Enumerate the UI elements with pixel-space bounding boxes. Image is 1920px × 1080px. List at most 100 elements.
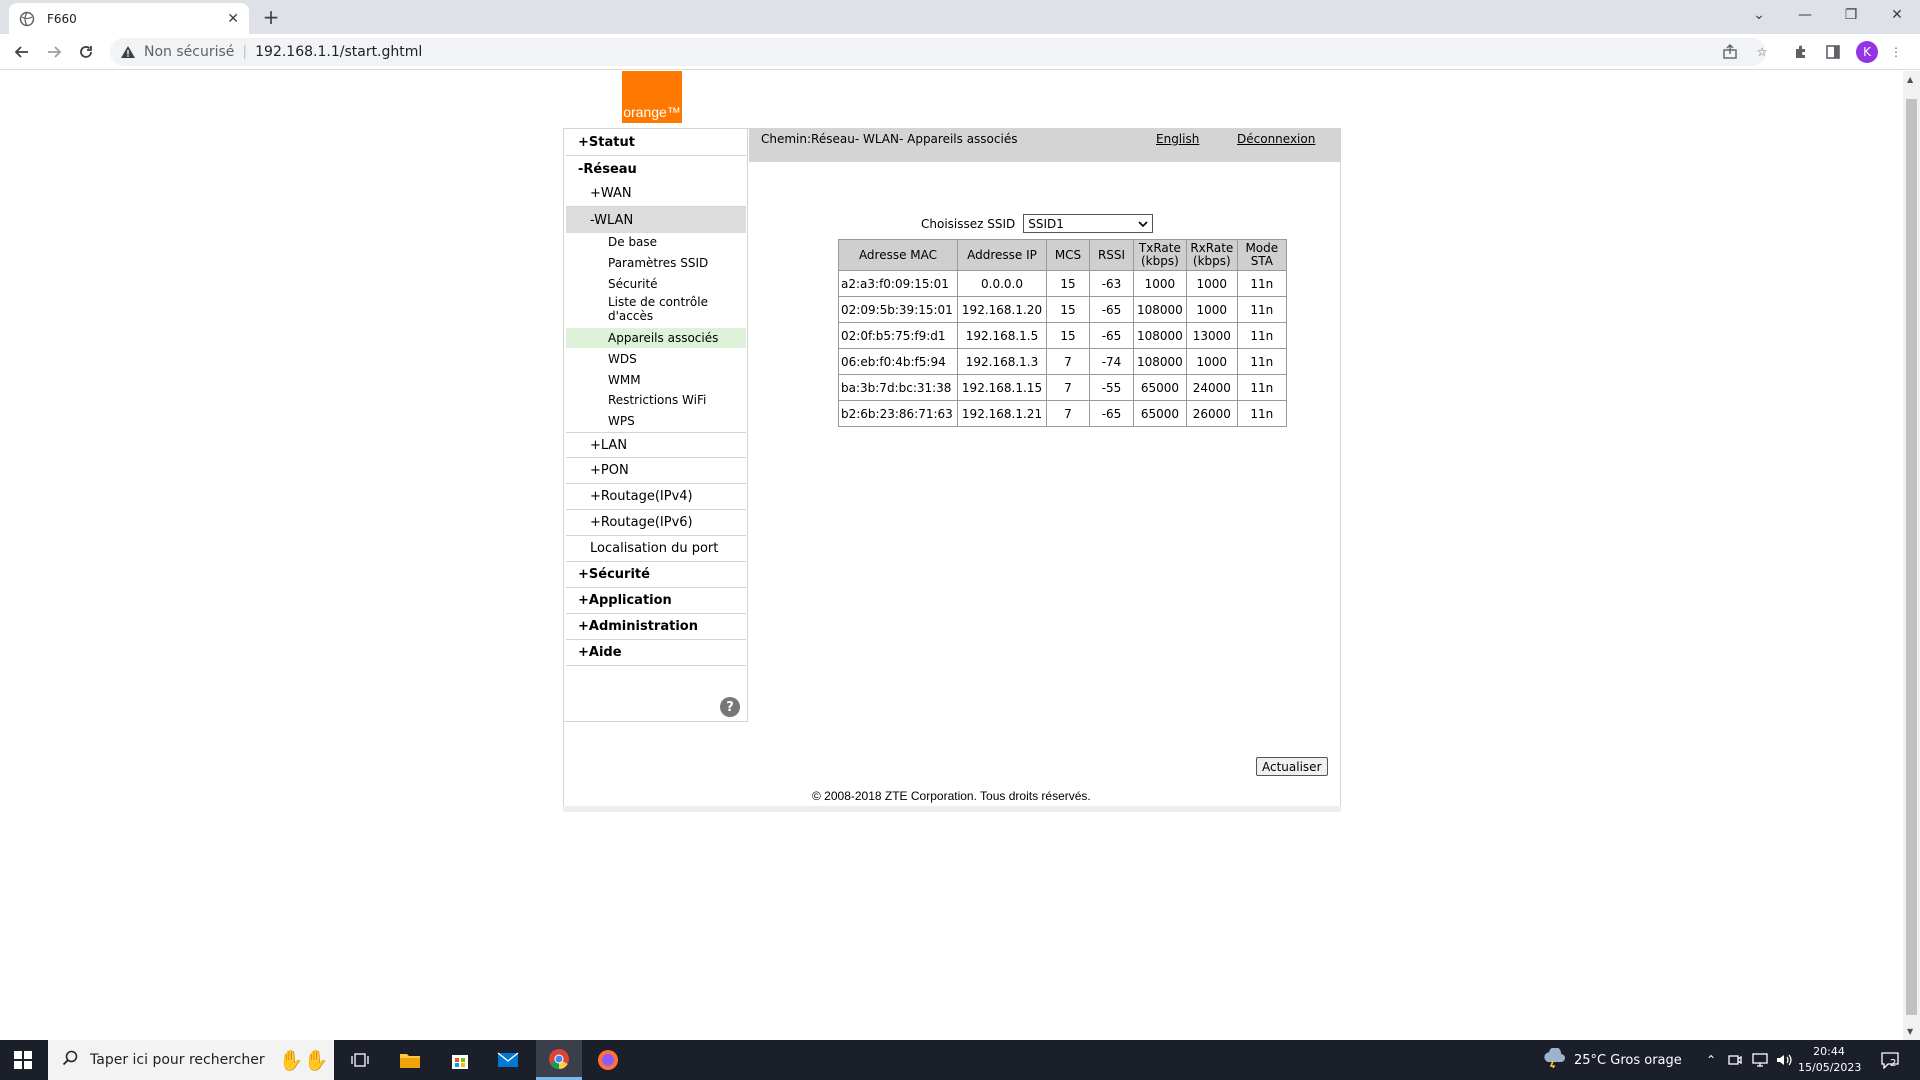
side-panel-icon[interactable] bbox=[1823, 42, 1843, 62]
menu-pon[interactable]: +PON bbox=[566, 458, 746, 484]
menu-wlan-restrictions-wifi[interactable]: Restrictions WiFi bbox=[566, 391, 746, 409]
menu-application[interactable]: +Application bbox=[566, 588, 746, 614]
new-tab-button[interactable]: + bbox=[258, 4, 284, 30]
menu-wlan-de-base[interactable]: De base bbox=[566, 233, 746, 251]
vertical-scrollbar[interactable]: ▲ ▼ bbox=[1903, 71, 1920, 1040]
cell-ip: 192.168.1.20 bbox=[957, 296, 1047, 323]
menu-wlan-appareils-associes[interactable]: Appareils associés bbox=[566, 328, 746, 348]
refresh-button[interactable]: Actualiser bbox=[1256, 757, 1328, 776]
english-link[interactable]: English bbox=[1156, 132, 1199, 146]
tab-close-icon[interactable]: ✕ bbox=[227, 11, 239, 27]
chevron-down-icon bbox=[1138, 217, 1148, 231]
col-mcs: MCS bbox=[1046, 239, 1090, 271]
tray-chevron-up-icon[interactable]: ⌃ bbox=[1706, 1040, 1716, 1080]
file-explorer-icon[interactable] bbox=[390, 1044, 430, 1076]
back-icon[interactable] bbox=[10, 40, 34, 64]
tab-search-chevron-icon[interactable]: ⌄ bbox=[1736, 0, 1782, 30]
reload-icon[interactable] bbox=[74, 40, 98, 64]
menu-wlan-wds[interactable]: WDS bbox=[566, 350, 746, 368]
url-text[interactable]: 192.168.1.1/start.ghtml bbox=[255, 44, 422, 60]
windows-start-icon[interactable] bbox=[0, 1040, 46, 1080]
menu-wlan-parametres-ssid[interactable]: Paramètres SSID bbox=[566, 254, 746, 272]
logout-link[interactable]: Déconnexion bbox=[1237, 132, 1315, 146]
restore-button[interactable]: ❐ bbox=[1828, 0, 1874, 30]
menu-lan[interactable]: +LAN bbox=[566, 432, 746, 458]
taskbar: Taper ici pour rechercher ✋✋ 25°C Gros o… bbox=[0, 1040, 1920, 1080]
address-bar: Non sécurisé | 192.168.1.1/start.ghtml ☆… bbox=[0, 34, 1920, 70]
minimize-button[interactable]: — bbox=[1782, 0, 1828, 30]
menu-wan[interactable]: +WAN bbox=[566, 181, 746, 207]
taskbar-search[interactable]: Taper ici pour rechercher ✋✋ bbox=[48, 1040, 334, 1080]
forward-icon[interactable] bbox=[42, 40, 66, 64]
menu-securite[interactable]: +Sécurité bbox=[566, 562, 746, 588]
ssid-select[interactable]: SSID1 bbox=[1023, 214, 1154, 233]
cell-rxrate: 13000 bbox=[1185, 322, 1238, 349]
cell-mode: 11n bbox=[1236, 322, 1287, 349]
menu-wlan-acl[interactable]: Liste de contrôle d'accès bbox=[566, 294, 746, 326]
warning-icon[interactable] bbox=[120, 44, 136, 60]
menu-localisation-port[interactable]: Localisation du port bbox=[566, 536, 746, 562]
cell-mode: 11n bbox=[1236, 270, 1287, 297]
table-row: 02:09:5b:39:15:01 192.168.1.20 15 -65 10… bbox=[838, 296, 1287, 323]
omnibox[interactable]: Non sécurisé | 192.168.1.1/start.ghtml bbox=[110, 38, 1766, 66]
col-rssi: RSSI bbox=[1089, 239, 1134, 271]
firefox-icon[interactable] bbox=[588, 1044, 628, 1076]
cell-mac: 02:09:5b:39:15:01 bbox=[838, 296, 958, 323]
cell-txrate: 108000 bbox=[1133, 348, 1187, 375]
menu-routage-ipv4[interactable]: +Routage(IPv4) bbox=[566, 484, 746, 510]
clock[interactable]: 20:44 15/05/2023 bbox=[1798, 1044, 1861, 1076]
cell-mac: a2:a3:f0:09:15:01 bbox=[838, 270, 958, 297]
browser-tab[interactable]: F660 ✕ bbox=[9, 3, 249, 34]
clock-time: 20:44 bbox=[1813, 1045, 1845, 1058]
scroll-down-icon[interactable]: ▼ bbox=[1907, 1027, 1913, 1036]
cell-rxrate: 1000 bbox=[1185, 348, 1238, 375]
col-mode-line2: STA bbox=[1250, 254, 1273, 268]
menu-wlan[interactable]: -WLAN bbox=[566, 207, 746, 233]
share-icon[interactable] bbox=[1720, 42, 1740, 62]
meet-now-icon[interactable] bbox=[1728, 1040, 1742, 1080]
network-icon[interactable] bbox=[1752, 1040, 1768, 1080]
scroll-up-icon[interactable]: ▲ bbox=[1907, 75, 1913, 84]
menu-statut[interactable]: +Statut bbox=[566, 130, 746, 156]
cell-mode: 11n bbox=[1236, 374, 1287, 401]
cell-mode: 11n bbox=[1236, 296, 1287, 323]
volume-icon[interactable] bbox=[1776, 1040, 1792, 1080]
menu-aide[interactable]: +Aide bbox=[566, 640, 746, 666]
col-txrate-line2: (kbps) bbox=[1141, 254, 1179, 268]
cell-mac: 06:eb:f0:4b:f5:94 bbox=[838, 348, 958, 375]
breadcrumb: Chemin:Réseau- WLAN- Appareils associés bbox=[761, 132, 1018, 146]
cell-rssi: -63 bbox=[1089, 270, 1134, 297]
ssid-label: Choisissez SSID bbox=[921, 216, 1016, 231]
scrollbar-thumb[interactable] bbox=[1906, 99, 1917, 1015]
window-close-button[interactable]: ✕ bbox=[1874, 0, 1920, 30]
insecure-label: Non sécurisé bbox=[144, 44, 235, 60]
extensions-icon[interactable] bbox=[1791, 42, 1811, 62]
col-mode-line1: Mode bbox=[1245, 241, 1279, 255]
help-icon[interactable]: ? bbox=[720, 697, 740, 717]
bookmark-star-icon[interactable]: ☆ bbox=[1752, 42, 1772, 62]
mail-icon[interactable] bbox=[488, 1044, 528, 1076]
cell-rxrate: 26000 bbox=[1185, 400, 1238, 427]
store-icon[interactable] bbox=[440, 1044, 480, 1076]
cell-mode: 11n bbox=[1236, 400, 1287, 427]
notification-center-icon[interactable]: 2 bbox=[1880, 1040, 1899, 1080]
copyright: © 2008-2018 ZTE Corporation. Tous droits… bbox=[812, 789, 1091, 803]
menu-reseau[interactable]: -Réseau bbox=[566, 156, 746, 182]
cell-txrate: 108000 bbox=[1133, 322, 1187, 349]
chrome-icon[interactable] bbox=[536, 1040, 582, 1080]
cell-rxrate: 1000 bbox=[1185, 296, 1238, 323]
menu-wlan-securite[interactable]: Sécurité bbox=[566, 275, 746, 293]
notification-count: 2 bbox=[1890, 1057, 1897, 1069]
menu-wlan-wps[interactable]: WPS bbox=[566, 412, 746, 430]
cell-rssi: -74 bbox=[1089, 348, 1134, 375]
cell-mac: b2:6b:23:86:71:63 bbox=[838, 400, 958, 427]
menu-administration[interactable]: +Administration bbox=[566, 614, 746, 640]
task-view-icon[interactable] bbox=[340, 1044, 380, 1076]
weather-widget[interactable]: 25°C Gros orage bbox=[1542, 1040, 1682, 1080]
menu-routage-ipv6[interactable]: +Routage(IPv6) bbox=[566, 510, 746, 536]
cell-rxrate: 1000 bbox=[1185, 270, 1238, 297]
menu-kebab-icon[interactable]: ⋮ bbox=[1886, 42, 1906, 62]
profile-avatar[interactable]: K bbox=[1856, 41, 1878, 63]
table-row: a2:a3:f0:09:15:01 0.0.0.0 15 -63 1000 10… bbox=[838, 270, 1287, 297]
menu-wlan-wmm[interactable]: WMM bbox=[566, 371, 746, 389]
